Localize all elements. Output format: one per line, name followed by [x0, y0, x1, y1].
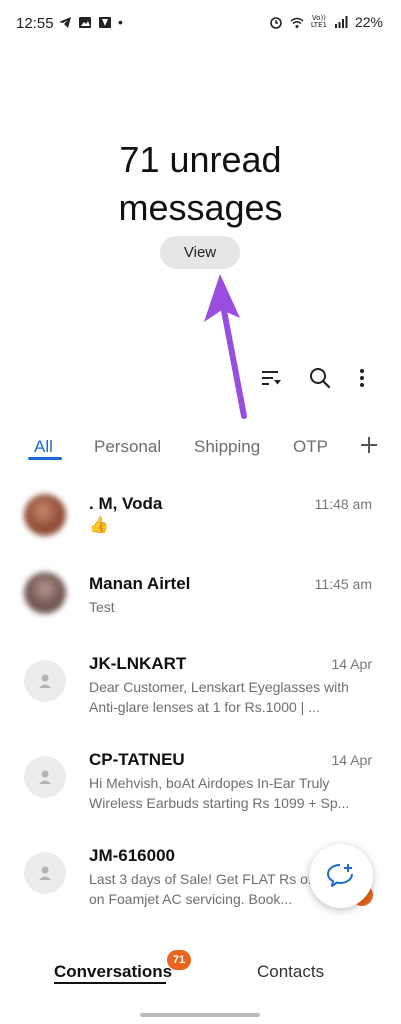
bottom-navigation: Conversations Contacts	[0, 948, 401, 1000]
image-icon	[99, 17, 111, 28]
person-icon	[39, 770, 51, 784]
conversation-name: CP-TATNEU	[89, 750, 185, 769]
status-dot: •	[118, 14, 123, 30]
filter-icon[interactable]	[258, 365, 284, 391]
conversation-preview: Last 3 days of Sale! Get FLAT Rs off on …	[89, 871, 316, 907]
conversation-time: 11:48 am	[314, 496, 372, 512]
view-unread-button[interactable]: View	[160, 236, 240, 269]
conversation-preview: Test	[89, 599, 115, 615]
conversation-time: 14 Apr	[331, 752, 372, 768]
tab-personal[interactable]: Personal	[94, 437, 161, 457]
avatar	[24, 852, 66, 894]
compose-button[interactable]	[309, 844, 373, 908]
nav-conversations[interactable]: Conversations	[54, 962, 172, 982]
annotation-arrow-icon	[204, 274, 247, 419]
active-tab-indicator	[28, 457, 62, 460]
tab-all[interactable]: All	[34, 437, 53, 457]
active-nav-indicator	[54, 982, 166, 984]
tab-shipping[interactable]: Shipping	[194, 437, 260, 457]
volte-indicator: Vo)) LTE1	[310, 14, 327, 29]
status-system-icons: Vo)) LTE1 22%	[269, 14, 383, 30]
conversation-item[interactable]: JK-LNKART 14 Apr Dear Customer, Lenskart…	[0, 640, 401, 736]
telegram-icon	[59, 17, 71, 28]
conversation-time: 11:45 am	[314, 576, 372, 592]
more-vert-icon[interactable]	[349, 365, 375, 391]
battery-percent: 22%	[354, 14, 383, 30]
unread-title-line2: messages	[118, 187, 283, 228]
status-bar: 12:55 • Vo)) LTE1 22%	[0, 0, 401, 48]
add-category-icon[interactable]	[358, 434, 380, 456]
person-icon	[39, 866, 51, 880]
gallery-icon	[79, 17, 91, 28]
new-message-icon	[327, 864, 353, 887]
conversation-time: 14 Apr	[331, 656, 372, 672]
status-notification-icons: •	[58, 14, 123, 30]
avatar	[24, 494, 66, 536]
tab-otp[interactable]: OTP	[293, 437, 328, 457]
avatar	[24, 756, 66, 798]
conversation-preview: 👍	[89, 517, 109, 534]
conversation-preview: Dear Customer, Lenskart Eyeglasses with …	[89, 679, 349, 715]
conversation-preview: Hi Mehvish, boAt Airdopes In-Ear Truly W…	[89, 775, 350, 811]
signal-icon	[334, 15, 348, 28]
conversation-name: . M, Voda	[89, 494, 163, 513]
wifi-icon	[290, 17, 304, 28]
conversation-name: JM-616000	[89, 846, 176, 865]
home-indicator[interactable]	[140, 1013, 260, 1017]
unread-count-title: 71 unread messages	[0, 136, 401, 232]
conversation-name: Manan Airtel	[89, 574, 191, 593]
person-icon	[39, 674, 51, 688]
conversation-name: JK-LNKART	[89, 654, 187, 673]
unread-title-line1: 71 unread	[119, 139, 282, 180]
alarm-icon	[270, 16, 282, 29]
status-time: 12:55	[16, 15, 54, 32]
conversation-item[interactable]: CP-TATNEU 14 Apr Hi Mehvish, boAt Airdop…	[0, 736, 401, 832]
search-icon[interactable]	[307, 365, 333, 391]
avatar	[24, 572, 66, 614]
nav-contacts[interactable]: Contacts	[257, 962, 324, 982]
unread-count-badge: 71	[167, 950, 191, 970]
avatar	[24, 660, 66, 702]
